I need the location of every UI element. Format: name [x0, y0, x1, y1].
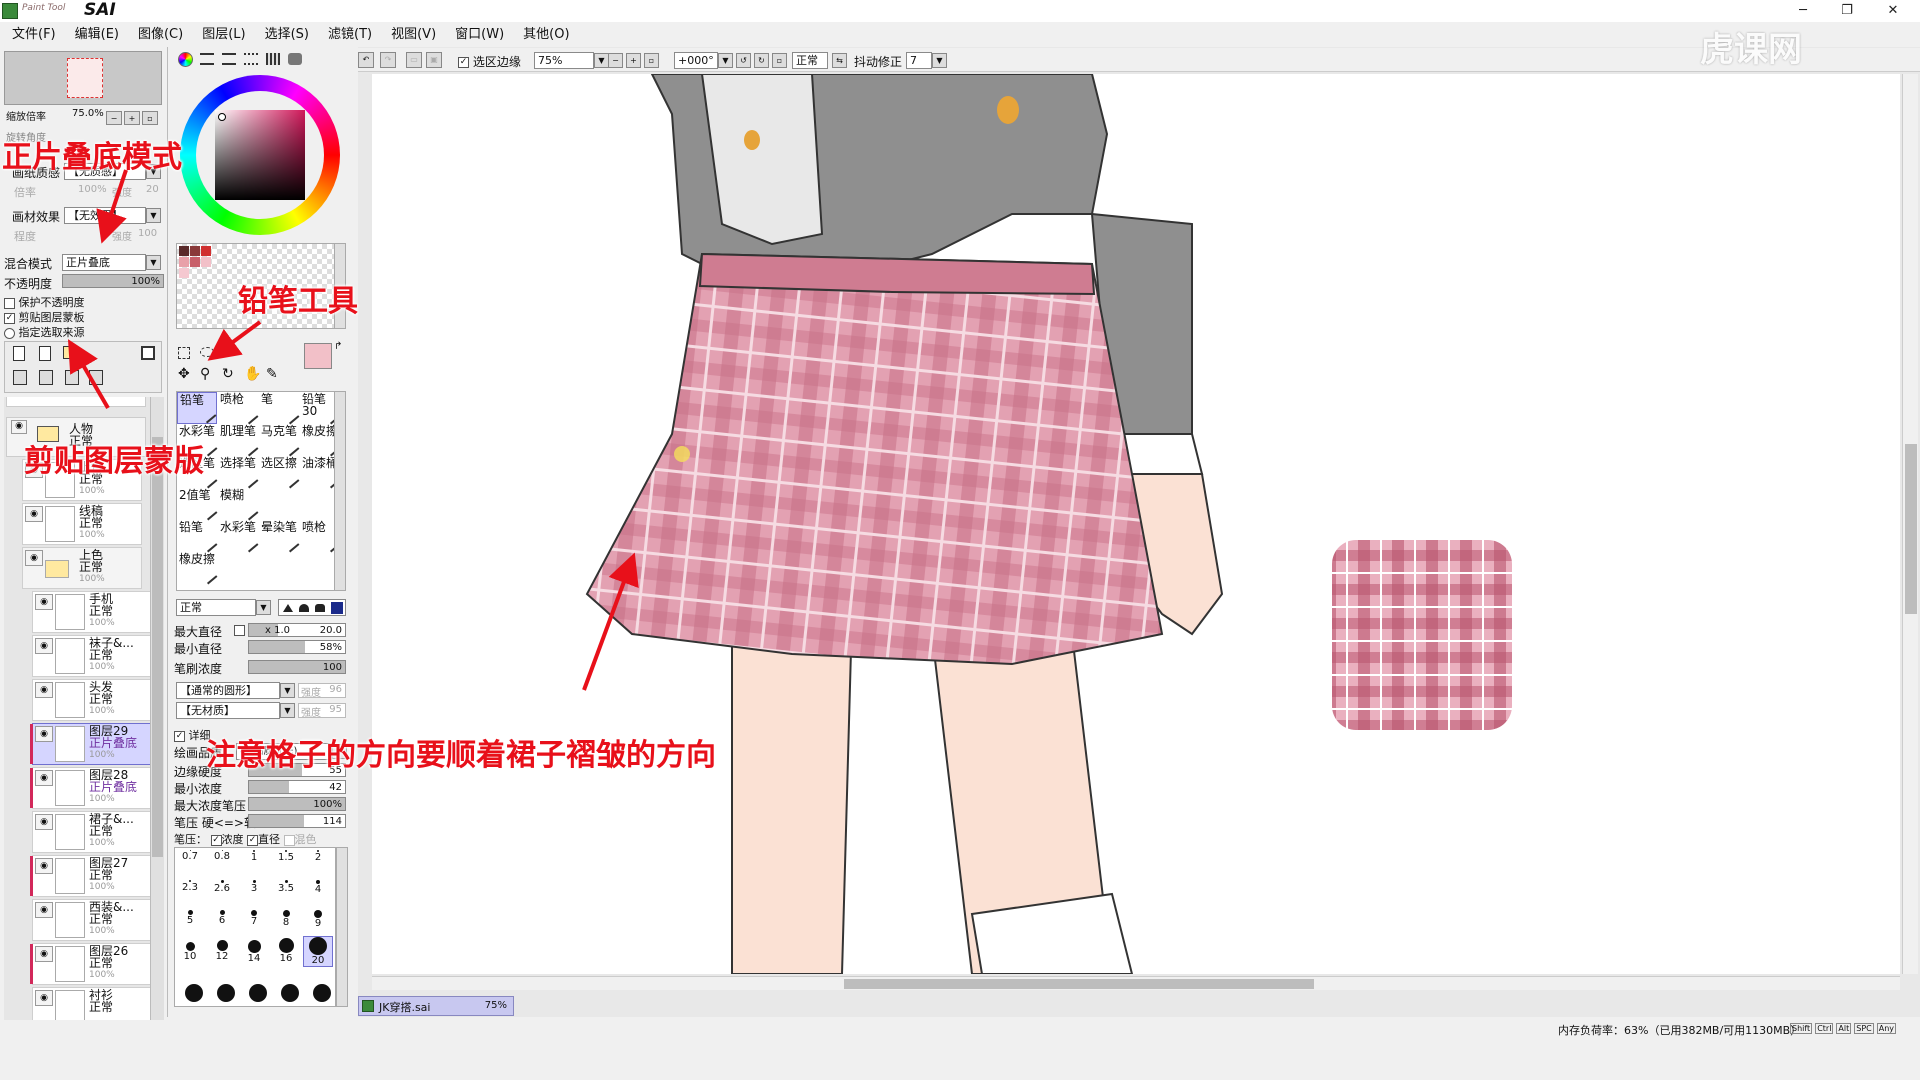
arrow-to-blend-mode — [96, 169, 128, 244]
arrow-to-skirt — [582, 552, 639, 691]
arrow-to-clip-checkbox — [67, 339, 110, 410]
arrow-to-pencil — [207, 320, 262, 361]
annotation-arrows — [67, 169, 639, 691]
